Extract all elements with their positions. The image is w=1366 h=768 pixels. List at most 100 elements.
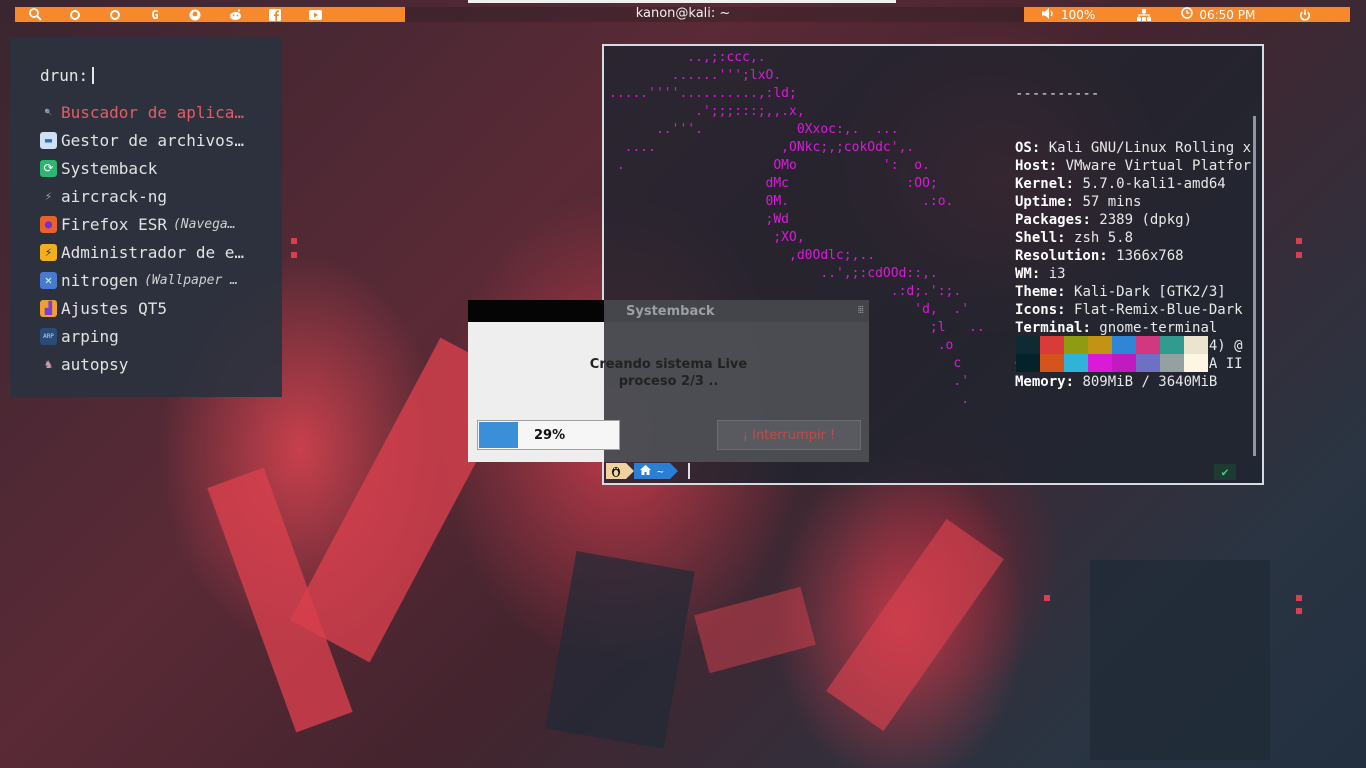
launcher-item-label: autopsy [61,354,129,374]
network-icon[interactable] [1137,8,1152,21]
launcher-item[interactable]: ⟳ Systemback [40,154,244,182]
wallpaper-shape [826,518,1004,732]
refresh-icon: ⟳ [40,159,57,177]
shell-prompt: ~ [606,462,690,480]
launcher-prompt-label: drun: [40,66,89,85]
dialog-title: Systemback [626,304,715,319]
info-key: OS [1015,140,1032,156]
top-strip [468,0,896,3]
launcher-item[interactable]: ♞ autopsy [40,350,244,378]
info-key: Host [1015,158,1049,174]
launcher-item[interactable]: ⚡ aircrack-ng [40,182,244,210]
arping-icon: ARP [40,327,57,345]
info-row: WM: i3 [1015,266,1066,282]
info-key: Packages [1015,212,1083,228]
launcher-item[interactable]: ▬ Gestor de archivos… [40,126,244,154]
dialog-message: Creando sistema Live proceso 2/3 .. [468,356,869,390]
clock[interactable]: 06:50 PM [1181,7,1255,22]
info-key: WM [1015,266,1032,282]
info-value: VMware Virtual Platfor [1065,158,1252,174]
antenna-icon: ⚡ [44,189,53,203]
wallpaper-mark [1296,238,1302,244]
launcher-item-label: aircrack-ng [61,186,167,206]
info-key: Memory [1015,374,1066,390]
wallpaper-mark [1296,608,1302,614]
info-value: 57 mins [1082,194,1142,210]
top-bar: G kanon@kali: ~ 100% 06:50 PM [0,0,1366,30]
launcher-item[interactable]: ● Firefox ESR (Navega… [40,210,244,238]
color-swatch [1160,336,1184,354]
launcher-item-label: Buscador de aplica… [61,102,245,122]
info-row: Kernel: 5.7.0-kali1-amd64 [1015,176,1226,192]
power-icon[interactable] [1299,9,1311,21]
terminal-cursor [687,463,690,479]
launcher-item-label: arping [61,326,119,346]
launcher-list: 🔍 Buscador de aplica… ▬ Gestor de archivos…… [40,98,244,378]
color-swatch [1160,354,1184,372]
launcher-item[interactable]: ⚡ Administrador de e… [40,238,244,266]
prompt-path-segment: ~ [634,463,670,479]
color-swatch [1088,354,1112,372]
volume-level: 100% [1061,7,1096,22]
info-row: Host: VMware Virtual Platfor [1015,158,1252,174]
launcher-item-label: Systemback [61,158,158,178]
info-key: Terminal [1015,320,1083,336]
info-value: i3 [1048,266,1066,282]
info-value: 1366x768 [1116,248,1184,264]
progress-fill [479,422,518,448]
launcher-item[interactable]: ✕ nitrogen (Wallpaper … [40,266,244,294]
wallpaper-mark [1044,595,1050,601]
autopsy-icon: ♞ [44,357,53,371]
launcher-item[interactable]: ▟ Ajustes QT5 [40,294,244,322]
launcher-item-label: Firefox ESR [61,214,167,234]
prompt-path: ~ [657,464,664,478]
info-key: Theme [1015,284,1058,300]
info-key: Resolution [1015,248,1100,264]
info-value: 2389 (dpkg) [1099,212,1193,228]
color-swatch [1064,354,1088,372]
wallpaper-mark [291,252,297,258]
info-value: Flat-Remix-Blue-Dark [1074,302,1243,318]
linux-penguin-icon [606,463,626,479]
launcher-item-description: (Wallpaper … [144,272,238,288]
wallpaper-mark [1296,252,1302,258]
dialog-titlebar[interactable] [468,300,604,322]
launcher-prompt[interactable]: drun: [40,66,95,85]
status-bar: 100% 06:50 PM [1024,7,1350,22]
info-key: Kernel [1015,176,1066,192]
launcher-item-label: nitrogen [61,270,139,290]
dialog-message-line: proceso 2/3 .. [618,374,719,389]
info-row: Uptime: 57 mins [1015,194,1142,210]
info-key: Uptime [1015,194,1066,210]
dialog-message-line: Creando sistema Live [589,357,748,372]
info-value: 5.7.0-kali1-amd64 [1082,176,1226,192]
progress-label: 29% [534,428,566,443]
drag-handle-icon[interactable]: ⁞⁞⁞ [858,305,864,316]
color-swatch [1136,336,1160,354]
color-swatch [1088,336,1112,354]
info-value: Kali GNU/Linux Rolling x [1048,140,1252,156]
nitrogen-icon: ✕ [40,271,57,289]
progress-bar: 29% [477,420,620,450]
launcher-item[interactable]: 🔍 Buscador de aplica… [40,98,244,126]
color-swatch [1112,336,1136,354]
interrupt-button[interactable]: ¡ Interrumpir ! [717,420,861,450]
power-icon: ⚡ [40,243,57,261]
info-value: 809MiB / 3640MiB [1082,374,1218,390]
systemback-dialog: Systemback ⁞⁞⁞ Creando sistema Live proc… [468,300,869,462]
text-cursor [92,67,95,84]
color-swatch [1112,354,1136,372]
wallpaper-shape [694,586,816,674]
volume-icon [1042,7,1055,22]
launcher-item[interactable]: ARP arping [40,322,244,350]
terminal-scrollbar[interactable] [1253,116,1256,456]
info-row: Resolution: 1366x768 [1015,248,1184,264]
qt-settings-icon: ▟ [40,299,57,317]
search-icon: 🔍 [44,108,53,116]
folder-icon: ▬ [40,131,57,149]
color-swatch [1136,354,1160,372]
volume-indicator[interactable]: 100% [1042,7,1096,22]
color-palette [1016,336,1208,372]
home-icon [640,464,651,478]
info-value: gnome-terminal [1099,320,1218,336]
